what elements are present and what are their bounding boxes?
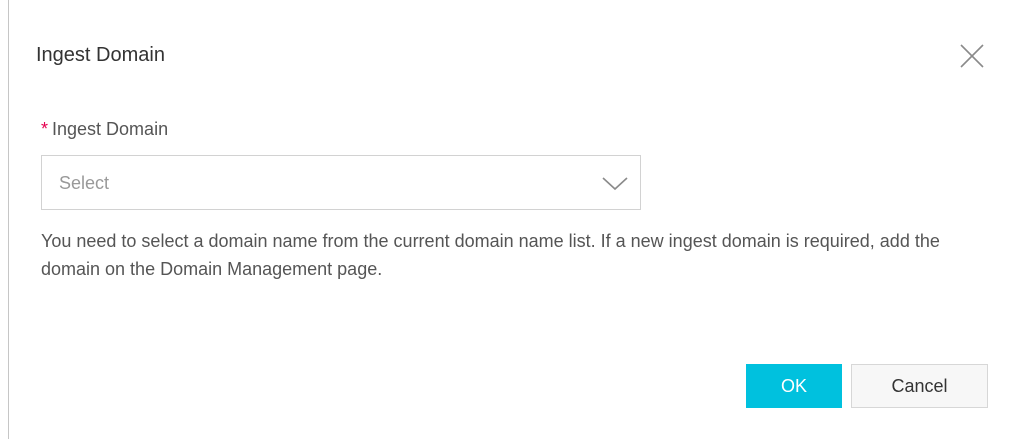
dialog-title: Ingest Domain <box>36 44 165 66</box>
chevron-down-icon <box>602 177 628 191</box>
help-text: You need to select a domain name from th… <box>41 231 940 279</box>
ok-button[interactable]: OK <box>746 364 842 408</box>
cancel-button[interactable]: Cancel <box>851 364 988 408</box>
ingest-domain-dialog: Ingest Domain * Ingest Domain Select You … <box>8 0 1010 439</box>
ingest-domain-label: * Ingest Domain <box>41 117 168 141</box>
close-button[interactable] <box>957 41 987 71</box>
required-mark: * <box>41 119 49 139</box>
select-placeholder: Select <box>59 173 110 193</box>
field-label-text: Ingest Domain <box>52 119 169 139</box>
close-icon <box>960 44 984 68</box>
ingest-domain-select[interactable]: Select <box>41 155 641 210</box>
